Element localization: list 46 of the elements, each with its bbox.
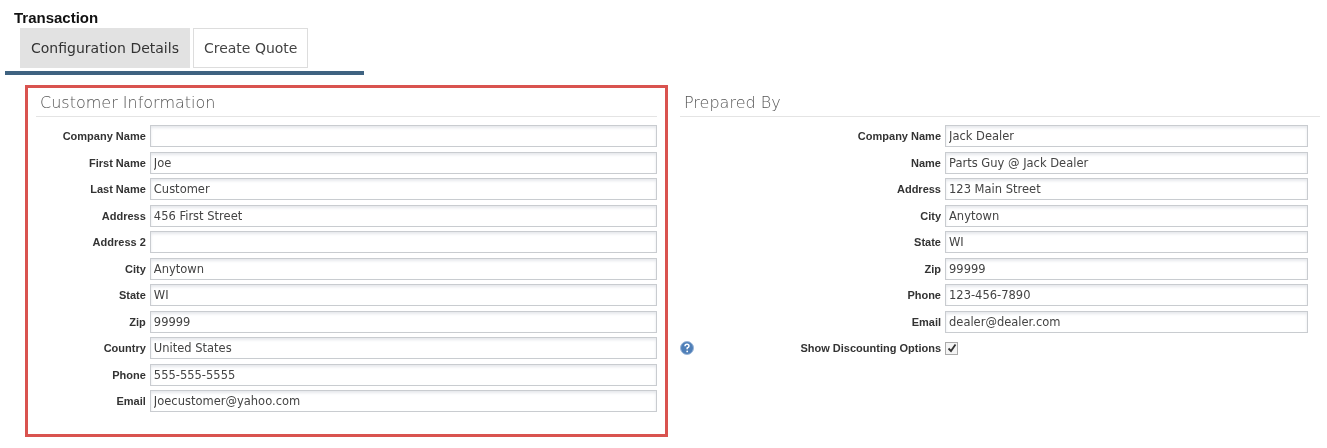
- input-field[interactable]: Customer: [149, 178, 657, 201]
- input-field[interactable]: [149, 231, 657, 254]
- field-label: Zip: [923, 262, 941, 275]
- field-label: Last Name: [89, 183, 146, 196]
- input-field[interactable]: United States: [149, 337, 657, 360]
- field-label: Zip: [128, 315, 146, 328]
- field-label: Address: [895, 183, 941, 196]
- input-field[interactable]: 99999: [149, 310, 657, 333]
- field-label: Company Name: [856, 130, 941, 143]
- tab[interactable]: Create Quote: [192, 28, 309, 68]
- field-label: Address 2: [91, 236, 146, 249]
- field-label: Company Name: [61, 130, 146, 143]
- input-field[interactable]: 123 Main Street: [945, 178, 1308, 201]
- field-label: First Name: [87, 156, 146, 169]
- field-label: State: [117, 289, 146, 302]
- help-icon[interactable]: [680, 341, 694, 356]
- tab[interactable]: Configuration Details: [20, 28, 190, 68]
- input-field[interactable]: 456 First Street: [149, 204, 657, 227]
- input-field[interactable]: Anytown: [945, 204, 1308, 227]
- input-field[interactable]: Parts Guy @ Jack Dealer: [945, 151, 1308, 174]
- input-field[interactable]: Jack Dealer: [945, 125, 1308, 148]
- field-label: Email: [115, 395, 146, 408]
- field-label: City: [124, 262, 146, 275]
- field-label: Phone: [111, 368, 146, 381]
- field-label: Phone: [906, 289, 941, 302]
- field-label: State: [913, 236, 941, 249]
- field-label: Country: [102, 342, 146, 355]
- input-field[interactable]: Joecustomer@yahoo.com: [149, 390, 657, 413]
- input-field[interactable]: [149, 125, 657, 148]
- input-field[interactable]: WI: [945, 231, 1308, 254]
- input-field[interactable]: 123-456-7890: [945, 284, 1308, 307]
- input-field[interactable]: 99999: [945, 257, 1308, 280]
- section-title: Prepared By: [680, 92, 1320, 117]
- field-label: Show Discounting Options: [799, 342, 941, 355]
- field-label: Name: [910, 156, 941, 169]
- input-field[interactable]: Anytown: [149, 257, 657, 280]
- input-field[interactable]: Joe: [149, 151, 657, 174]
- input-field[interactable]: dealer@dealer.com: [945, 310, 1308, 333]
- page-title: Transaction: [14, 8, 100, 28]
- section-title: Customer Information: [36, 92, 657, 117]
- field-label: Address: [100, 209, 146, 222]
- input-field[interactable]: 555-555-5555: [149, 363, 657, 386]
- input-field[interactable]: WI: [149, 284, 657, 307]
- field-label: City: [919, 209, 941, 222]
- field-label: Email: [910, 315, 941, 328]
- checkbox[interactable]: [945, 341, 958, 355]
